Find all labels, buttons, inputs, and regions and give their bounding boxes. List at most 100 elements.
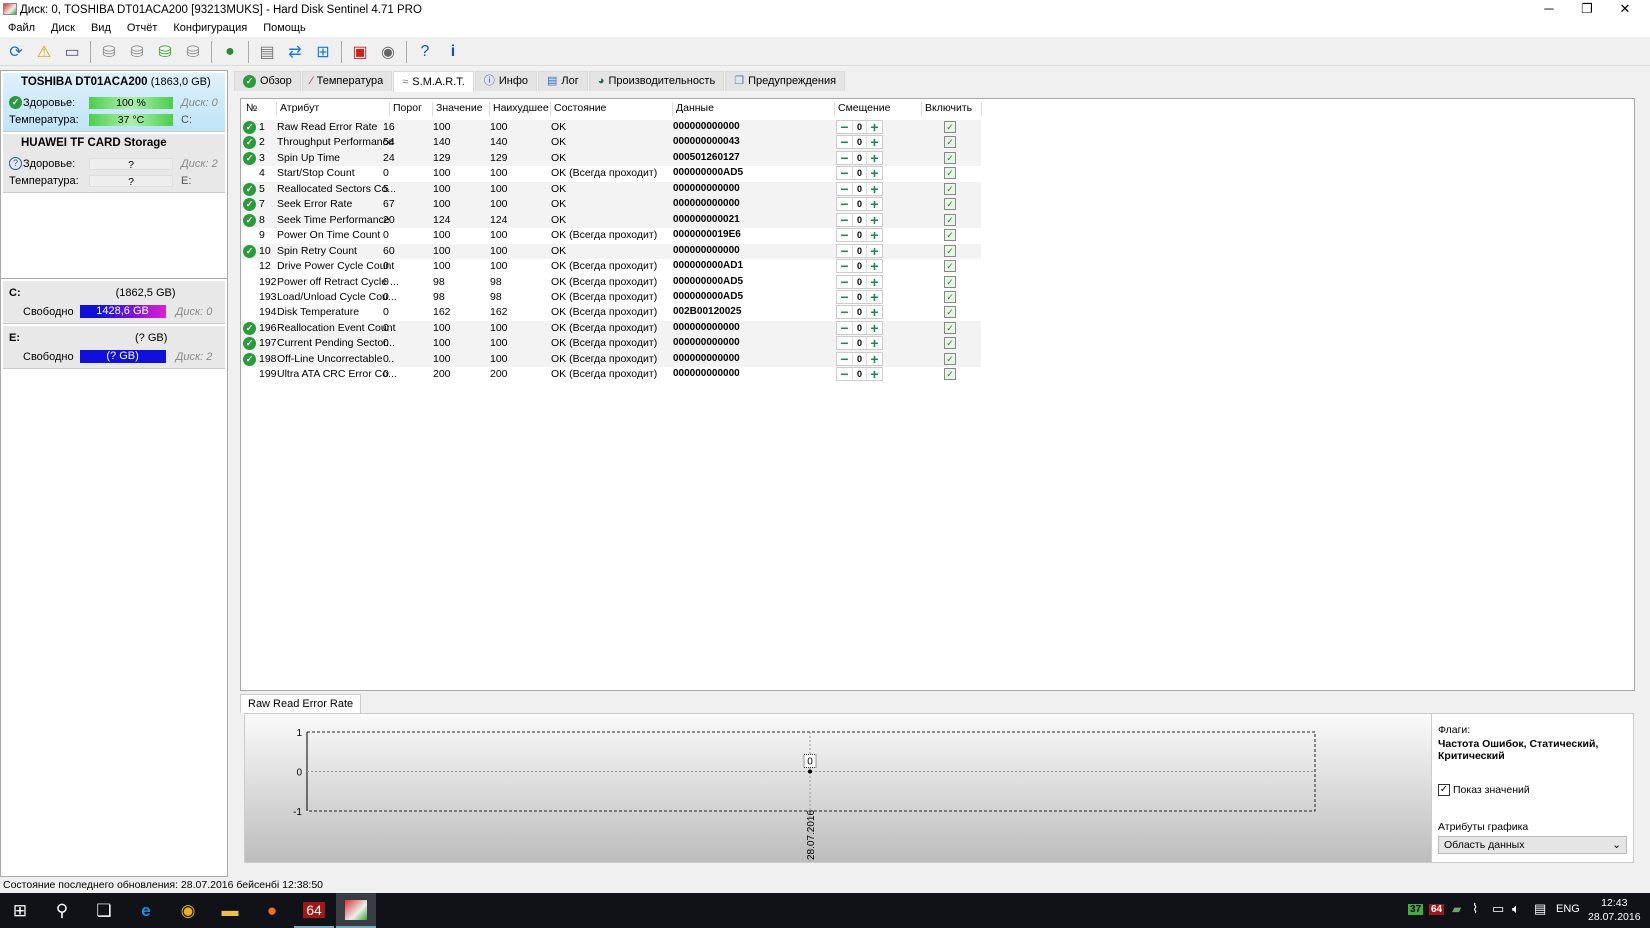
enable-checkbox[interactable]: ✓ xyxy=(944,229,956,242)
hdsentinel-taskbar-button[interactable] xyxy=(336,893,376,928)
menu-config[interactable]: Конфигурация xyxy=(165,20,255,37)
tab-overview[interactable]: ✓ Обзор xyxy=(234,71,301,91)
tab-smart[interactable]: ≈ S.M.A.R.T. xyxy=(393,71,474,92)
minus-icon[interactable]: − xyxy=(837,120,852,134)
col-header-value[interactable]: Значение xyxy=(433,102,490,116)
enable-checkbox[interactable]: ✓ xyxy=(944,306,956,319)
show-values-checkbox[interactable]: ✓ Показ значений xyxy=(1438,784,1627,796)
plus-icon[interactable]: + xyxy=(867,120,882,134)
tab-alerts[interactable]: ❐ Предупреждения xyxy=(725,71,846,91)
task-view-icon[interactable]: ❏ xyxy=(84,893,124,928)
tab-log[interactable]: ▤ Лог xyxy=(538,71,588,91)
enable-checkbox[interactable]: ✓ xyxy=(944,260,956,273)
plus-icon[interactable]: + xyxy=(867,321,882,335)
plus-icon[interactable]: + xyxy=(867,259,882,273)
col-header-number[interactable]: № xyxy=(243,102,277,116)
table-row[interactable]: 192 Power off Retract Cycle ... 0 98 98 OK (В… xyxy=(241,274,981,290)
plus-icon[interactable]: + xyxy=(867,151,882,165)
table-row[interactable]: 12 Drive Power Cycle Count 0 100 100 OK (Всег… xyxy=(241,259,981,274)
enable-checkbox[interactable]: ✓ xyxy=(944,275,956,288)
menu-help[interactable]: Помощь xyxy=(255,20,314,37)
table-row[interactable]: 194 Disk Temperature 0 162 162 OK (Всегда про… xyxy=(241,305,981,320)
offset-value[interactable]: 0 xyxy=(852,136,867,149)
chrome-icon[interactable]: ◉ xyxy=(168,893,208,928)
disk-check-icon[interactable]: ⛁ xyxy=(153,40,177,64)
enable-checkbox[interactable]: ✓ xyxy=(944,136,956,149)
table-row[interactable]: ✓ 7 Seek Error Rate 67 100 100 OK 000000000000−… xyxy=(241,197,981,213)
offset-value[interactable]: 0 xyxy=(852,244,867,257)
clock[interactable]: 12:43 28.07.2016 xyxy=(1588,896,1641,924)
start-icon[interactable]: ⊞ xyxy=(0,893,40,928)
offset-value[interactable]: 0 xyxy=(852,337,867,350)
minus-icon[interactable]: − xyxy=(837,244,852,258)
network-icon[interactable]: ⊞ xyxy=(311,40,335,64)
plus-icon[interactable]: + xyxy=(867,228,882,242)
offset-value[interactable]: 0 xyxy=(852,213,867,226)
table-row[interactable]: ✓ 5 Reallocated Sectors Co... 5 100 100 OK 0000… xyxy=(241,181,981,198)
disk-item-toshiba[interactable]: TOSHIBA DT01ACA200 (1863,0 GB) ✓ Здоровье… xyxy=(3,73,225,132)
table-row[interactable]: ✓ 196 Reallocation Event Count 0 100 100 OK (В… xyxy=(241,320,981,337)
table-row[interactable]: ✓ 197 Current Pending Sector... 0 100 100 OK (… xyxy=(241,336,981,352)
plus-icon[interactable]: + xyxy=(867,305,882,319)
tab-performance[interactable]: ◕ Производительность xyxy=(588,71,725,91)
enable-checkbox[interactable]: ✓ xyxy=(944,352,956,365)
col-header-status[interactable]: Состояние xyxy=(551,102,673,116)
disk-info-icon[interactable]: ▭ xyxy=(60,40,84,64)
enable-checkbox[interactable]: ✓ xyxy=(944,290,956,303)
menu-file[interactable]: Файл xyxy=(0,20,43,37)
chart-tab[interactable]: Raw Read Error Rate xyxy=(240,694,362,713)
chart-attrs-select[interactable]: Область данных ⌄ xyxy=(1438,836,1627,854)
table-row[interactable]: ✓ 3 Spin Up Time 24 129 129 OK 000501260127−0 + ✓ xyxy=(241,150,981,167)
help-icon[interactable]: ? xyxy=(413,40,437,64)
offset-value[interactable]: 0 xyxy=(852,290,867,303)
table-row[interactable]: ✓ 198 Off-Line Uncorrectable ... 0 100 100 OK … xyxy=(241,351,981,368)
search-icon[interactable]: ⚲ xyxy=(42,893,82,928)
offset-value[interactable]: 0 xyxy=(852,151,867,164)
disk-item-huawei[interactable]: HUAWEI TF CARD Storage ? Здоровье:? Диск: … xyxy=(3,134,225,193)
tab-info[interactable]: ⓘ Инфо xyxy=(474,71,538,91)
tray-aida64[interactable]: 64 xyxy=(1429,904,1445,915)
enable-checkbox[interactable]: ✓ xyxy=(944,182,956,195)
firefox-icon[interactable]: ● xyxy=(252,893,292,928)
disk-search-icon[interactable]: ⛁ xyxy=(181,40,205,64)
offset-value[interactable]: 0 xyxy=(852,352,867,365)
offset-value[interactable]: 0 xyxy=(852,229,867,242)
globe-icon[interactable]: ● xyxy=(218,40,242,64)
offset-value[interactable]: 0 xyxy=(852,121,867,133)
menu-report[interactable]: Отчёт xyxy=(119,20,165,37)
volume-e[interactable]: E: (? GB) Свободно (? GB) Диск: 2 xyxy=(3,326,225,369)
plus-icon[interactable]: + xyxy=(867,135,882,149)
table-row[interactable]: 4 Start/Stop Count 0 100 100 OK (Всегда прохо… xyxy=(241,166,981,181)
plus-icon[interactable]: + xyxy=(867,275,882,289)
offset-value[interactable]: 0 xyxy=(852,275,867,288)
language-indicator[interactable]: ENG xyxy=(1556,903,1580,915)
plus-icon[interactable]: + xyxy=(867,197,882,211)
table-row[interactable]: 9 Power On Time Count 0 100 100 OK (Всегда пр… xyxy=(241,228,981,243)
minus-icon[interactable]: − xyxy=(837,321,852,335)
minus-icon[interactable]: − xyxy=(837,151,852,165)
plus-icon[interactable]: + xyxy=(867,336,882,350)
monitor-icon[interactable]: ▣ xyxy=(348,40,372,64)
offset-value[interactable]: 0 xyxy=(852,260,867,273)
menu-disk[interactable]: Диск xyxy=(43,20,83,37)
close-button[interactable]: ✕ xyxy=(1606,0,1644,20)
edge-icon[interactable]: e xyxy=(126,893,166,928)
refresh-icon[interactable]: ⟳ xyxy=(4,40,28,64)
sync-icon[interactable]: ⇄ xyxy=(283,40,307,64)
minus-icon[interactable]: − xyxy=(837,290,852,304)
minus-icon[interactable]: − xyxy=(837,259,852,273)
plus-icon[interactable]: + xyxy=(867,213,882,227)
menu-view[interactable]: Вид xyxy=(83,20,119,37)
col-header-threshold[interactable]: Порог xyxy=(390,102,433,116)
enable-checkbox[interactable]: ✓ xyxy=(944,337,956,350)
enable-checkbox[interactable]: ✓ xyxy=(944,121,956,133)
table-row[interactable]: ✓ 10 Spin Retry Count 60 100 100 OK 00000000000… xyxy=(241,243,981,259)
col-header-enable[interactable]: Включить xyxy=(922,102,982,116)
offset-value[interactable]: 0 xyxy=(852,167,867,180)
report-icon[interactable]: ▤ xyxy=(255,40,279,64)
minus-icon[interactable]: − xyxy=(837,367,852,381)
network-status-icon[interactable]: ⌇ xyxy=(1472,901,1478,917)
plus-icon[interactable]: + xyxy=(867,166,882,180)
plus-icon[interactable]: + xyxy=(867,352,882,366)
volume-c[interactable]: C: (1862,5 GB) Свободно 1428,6 GB Диск: 0 xyxy=(3,281,225,324)
